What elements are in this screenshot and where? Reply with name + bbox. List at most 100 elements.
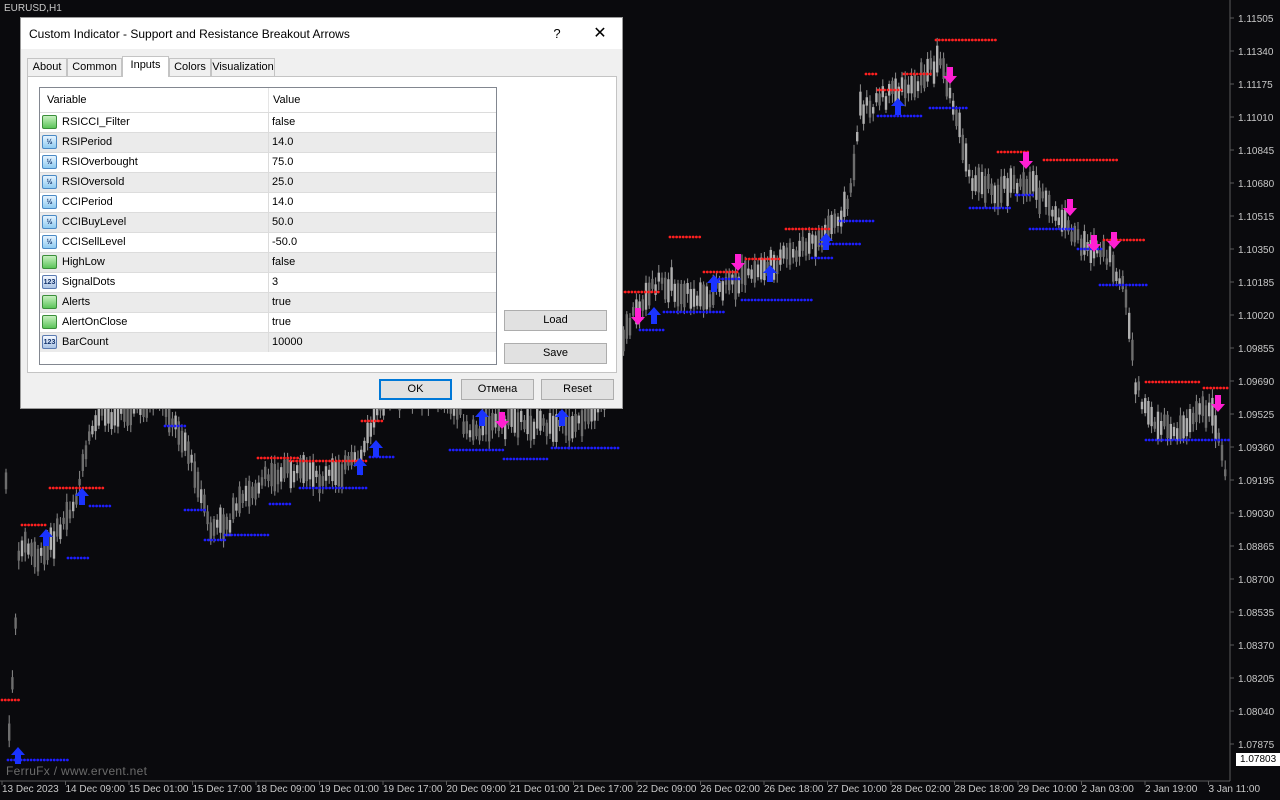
support-dot	[835, 242, 838, 246]
candle-body	[913, 74, 916, 98]
candle-body	[1012, 174, 1016, 190]
input-row[interactable]: Alerts true	[40, 292, 496, 312]
double-icon: ½	[42, 195, 57, 209]
tab-visualization[interactable]: Visualization	[211, 58, 275, 76]
time-axis-label: 13 Dec 2023	[2, 784, 59, 795]
column-divider[interactable]	[268, 88, 269, 112]
input-row[interactable]: ½ CCISellLevel -50.0	[40, 232, 496, 252]
tab-about[interactable]: About	[27, 58, 67, 76]
input-value[interactable]: 14.0	[272, 136, 293, 148]
input-value[interactable]: 25.0	[272, 176, 293, 188]
input-row[interactable]: AlertOnClose true	[40, 312, 496, 332]
resistance-dot	[1042, 158, 1046, 162]
resistance-dot	[977, 38, 981, 42]
input-value[interactable]: true	[272, 316, 291, 328]
support-dot	[1041, 227, 1045, 231]
candle-body	[196, 471, 200, 498]
support-dot	[9, 758, 13, 762]
support-dot	[610, 446, 613, 450]
support-dot	[672, 310, 676, 314]
support-dot	[616, 446, 620, 450]
resistance-dot	[893, 88, 896, 92]
candle-body	[334, 461, 337, 486]
column-header-value[interactable]: Value	[273, 94, 300, 106]
save-button[interactable]: Save	[504, 343, 607, 364]
input-row[interactable]: ½ RSIOversold 25.0	[40, 172, 496, 192]
input-row[interactable]: ½ RSIPeriod 14.0	[40, 132, 496, 152]
time-axis-label: 26 Dec 02:00	[701, 784, 761, 795]
candle-body	[856, 132, 859, 142]
dialog-titlebar[interactable]: Custom Indicator - Support and Resistanc…	[21, 18, 622, 49]
support-dot	[56, 758, 59, 762]
support-dot	[830, 256, 834, 260]
tab-common[interactable]: Common	[67, 58, 122, 76]
support-dot	[243, 533, 247, 537]
resistance-dot	[380, 419, 384, 423]
resistance-dot	[58, 486, 62, 490]
support-dot	[698, 310, 702, 314]
time-axis-label: 28 Dec 18:00	[955, 784, 1015, 795]
input-row[interactable]: RSICCI_Filter false	[40, 112, 496, 132]
support-dot	[311, 486, 315, 490]
support-dot	[502, 457, 506, 461]
column-header-variable[interactable]: Variable	[47, 94, 87, 106]
input-row[interactable]: ½ RSIOverbought 75.0	[40, 152, 496, 172]
support-dot	[868, 219, 872, 223]
support-dot	[955, 106, 958, 110]
tab-inputs[interactable]: Inputs	[122, 56, 169, 77]
resistance-dot	[1115, 158, 1118, 162]
candle-body	[545, 422, 548, 437]
candle-body	[865, 97, 868, 106]
support-dot	[210, 538, 214, 542]
ok-button[interactable]: OK	[379, 379, 452, 400]
support-dot	[931, 106, 935, 110]
support-dot	[722, 310, 725, 314]
support-dot	[183, 424, 187, 428]
input-value[interactable]: false	[272, 116, 295, 128]
resistance-dot	[1209, 386, 1212, 390]
support-dot	[818, 242, 822, 246]
help-button[interactable]: ?	[547, 24, 567, 44]
candle-body	[1051, 209, 1054, 217]
input-value[interactable]: 50.0	[272, 216, 293, 228]
candle-body	[305, 461, 308, 482]
candle-body	[100, 407, 104, 416]
resistance-dot	[637, 290, 640, 294]
support-dot	[308, 486, 312, 490]
input-value[interactable]: false	[272, 256, 295, 268]
support-dot	[809, 298, 813, 302]
input-value[interactable]: -50.0	[272, 236, 297, 248]
input-value[interactable]: 14.0	[272, 196, 293, 208]
input-value[interactable]: 3	[272, 276, 278, 288]
input-value[interactable]: 75.0	[272, 156, 293, 168]
price-axis-label: 1.09030	[1238, 509, 1275, 520]
resistance-dot	[1215, 386, 1219, 390]
input-row[interactable]: ½ CCIPeriod 14.0	[40, 192, 496, 212]
close-button[interactable]: ✕	[587, 22, 613, 46]
input-value[interactable]: 10000	[272, 336, 303, 348]
time-axis-label: 15 Dec 01:00	[129, 784, 189, 795]
support-dot	[737, 277, 741, 281]
support-dot	[1008, 206, 1011, 210]
candle-body	[1035, 175, 1038, 200]
cancel-button[interactable]: Отмена	[461, 379, 534, 400]
input-row[interactable]: 123 BarCount 10000	[40, 332, 496, 352]
candle-body	[753, 261, 756, 283]
input-value[interactable]: true	[272, 296, 291, 308]
tab-colors[interactable]: Colors	[169, 58, 211, 76]
input-row[interactable]: HighLow false	[40, 252, 496, 272]
input-row[interactable]: 123 SignalDots 3	[40, 272, 496, 292]
candle-body	[961, 134, 964, 161]
load-button[interactable]: Load	[504, 310, 607, 331]
input-row[interactable]: ½ CCIBuyLevel 50.0	[40, 212, 496, 232]
input-name: AlertOnClose	[62, 316, 128, 328]
resistance-dot	[61, 486, 65, 490]
candle-body	[465, 421, 468, 434]
candle-body	[1201, 396, 1204, 416]
support-dot	[288, 502, 292, 506]
reset-button[interactable]: Reset	[541, 379, 614, 400]
support-dot	[341, 486, 345, 490]
resistance-dot	[957, 38, 961, 42]
support-dot	[964, 106, 968, 110]
support-dot	[285, 502, 288, 506]
